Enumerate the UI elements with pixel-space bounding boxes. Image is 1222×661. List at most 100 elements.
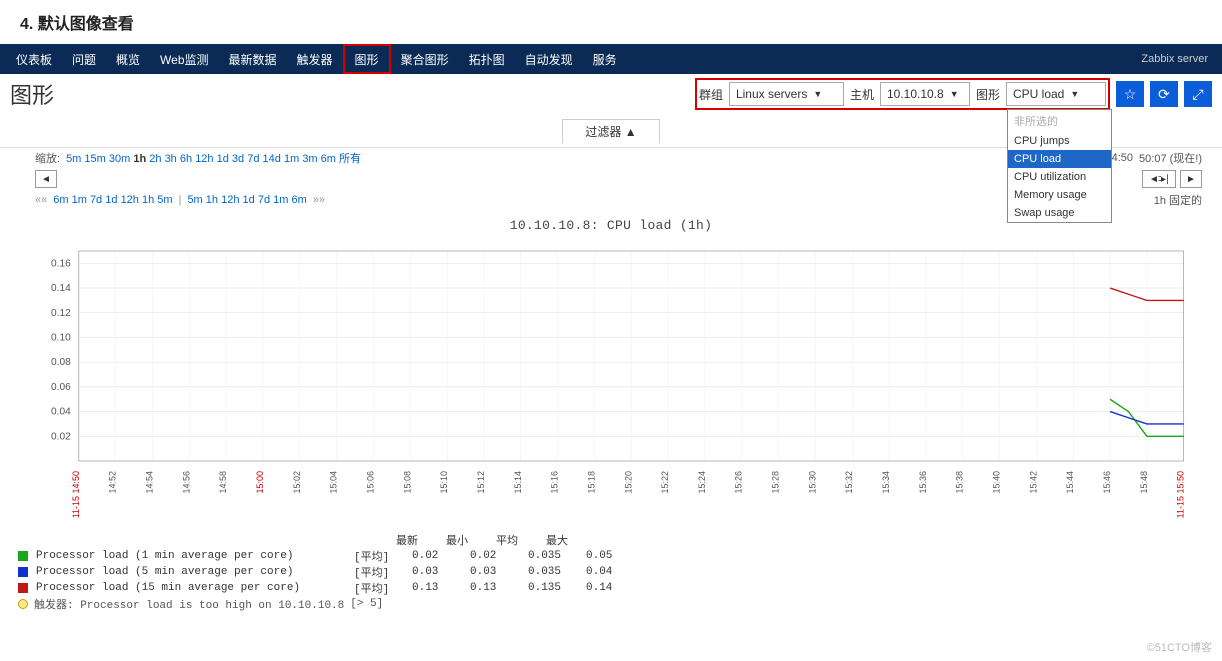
- zoom-option[interactable]: 30m: [109, 153, 130, 165]
- svg-text:14:52: 14:52: [108, 471, 118, 493]
- time-range-right: 50:07 (现在!): [1139, 150, 1202, 166]
- dropdown-item[interactable]: CPU load: [1008, 150, 1111, 168]
- period-option[interactable]: 1h: [142, 194, 154, 206]
- svg-text:15:16: 15:16: [550, 471, 560, 493]
- svg-text:15:14: 15:14: [513, 471, 523, 493]
- period-option[interactable]: 1m: [273, 194, 288, 206]
- svg-text:15:20: 15:20: [623, 471, 633, 493]
- svg-text:0.04: 0.04: [51, 407, 71, 418]
- legend-type: [平均]: [354, 580, 404, 596]
- period-option[interactable]: 1d: [105, 194, 117, 206]
- nav-item-9[interactable]: 自动发现: [515, 44, 583, 74]
- period-option[interactable]: 7d: [90, 194, 102, 206]
- zoom-option[interactable]: 7d: [247, 153, 259, 165]
- legend-header: 最新 最小 平均 最大: [18, 532, 1204, 548]
- zoom-option[interactable]: 1d: [217, 153, 229, 165]
- period-option[interactable]: 6m: [291, 194, 306, 206]
- next-button[interactable]: ►: [1180, 170, 1202, 188]
- period-option[interactable]: 12h: [121, 194, 139, 206]
- nav-item-6[interactable]: 图形: [343, 44, 391, 74]
- legend-min: 0.13: [470, 582, 520, 594]
- legend-type: [平均]: [354, 564, 404, 580]
- dropdown-item[interactable]: CPU jumps: [1008, 132, 1111, 150]
- zoom-option[interactable]: 1m: [284, 153, 299, 165]
- graph-select[interactable]: CPU load ▼ 非所选的CPU jumpsCPU loadCPU util…: [1006, 82, 1106, 106]
- host-select[interactable]: 10.10.10.8 ▼: [880, 82, 970, 106]
- group-select[interactable]: Linux servers ▼: [729, 82, 844, 106]
- filter-tab[interactable]: 过滤器 ▲: [562, 119, 659, 143]
- dropdown-item[interactable]: Memory usage: [1008, 186, 1111, 204]
- nav-item-2[interactable]: 概览: [106, 44, 150, 74]
- legend-series-name: Processor load (15 min average per core): [36, 582, 346, 594]
- nav-item-0[interactable]: 仪表板: [6, 44, 62, 74]
- nav-item-3[interactable]: Web监测: [150, 44, 218, 74]
- zoom-option[interactable]: 1h: [133, 153, 146, 165]
- zoom-option[interactable]: 12h: [195, 153, 213, 165]
- legend-area: 最新 最小 平均 最大 Processor load (1 min averag…: [0, 528, 1222, 616]
- filter-highlight: 群组 Linux servers ▼ 主机 10.10.10.8 ▼ 图形 CP…: [695, 78, 1110, 110]
- period-option[interactable]: 6m: [53, 194, 68, 206]
- svg-text:15:42: 15:42: [1028, 471, 1038, 493]
- svg-text:11-15 15:50: 11-15 15:50: [1176, 471, 1186, 518]
- svg-text:0.06: 0.06: [51, 382, 71, 393]
- zoom-option[interactable]: 5m: [66, 153, 81, 165]
- svg-text:14:54: 14:54: [144, 471, 154, 493]
- legend-h-latest: 最新: [396, 532, 446, 548]
- svg-text:14:58: 14:58: [218, 471, 228, 493]
- dropdown-item[interactable]: Swap usage: [1008, 204, 1111, 222]
- legend-h-avg: 平均: [496, 532, 546, 548]
- svg-text:15:18: 15:18: [586, 471, 596, 493]
- fullscreen-icon: ⤢: [1192, 86, 1203, 103]
- zoom-option[interactable]: 6h: [180, 153, 192, 165]
- period-option[interactable]: 7d: [258, 194, 270, 206]
- svg-text:0.08: 0.08: [51, 357, 71, 368]
- refresh-icon: ⟳: [1158, 86, 1170, 103]
- zoom-option[interactable]: 14d: [263, 153, 281, 165]
- dropdown-item: 非所选的: [1008, 110, 1111, 132]
- nav-item-8[interactable]: 拓扑图: [459, 44, 515, 74]
- dropdown-item[interactable]: CPU utilization: [1008, 168, 1111, 186]
- nav-item-5[interactable]: 触发器: [287, 44, 343, 74]
- period-option[interactable]: 1h: [206, 194, 218, 206]
- svg-text:15:40: 15:40: [992, 471, 1002, 493]
- zoom-option[interactable]: 3d: [232, 153, 244, 165]
- legend-swatch: [18, 583, 28, 593]
- legend-max: 0.04: [586, 566, 636, 578]
- legend-series-name: Processor load (5 min average per core): [36, 566, 346, 578]
- period-option[interactable]: 1m: [72, 194, 87, 206]
- nav-item-1[interactable]: 问题: [62, 44, 106, 74]
- chart-area: 10.10.10.8: CPU load (1h) 0.020.040.060.…: [0, 210, 1222, 528]
- trigger-icon: [18, 599, 28, 609]
- now-button[interactable]: ◄∶∶▸∣: [1142, 170, 1176, 188]
- zoom-option[interactable]: 15m: [84, 153, 105, 165]
- period-option[interactable]: 5m: [157, 194, 172, 206]
- legend-swatch: [18, 567, 28, 577]
- legend-h-min: 最小: [446, 532, 496, 548]
- favorite-button[interactable]: ☆: [1116, 81, 1144, 107]
- svg-text:0.14: 0.14: [51, 283, 71, 294]
- legend-swatch: [18, 551, 28, 561]
- fullscreen-button[interactable]: ⤢: [1184, 81, 1212, 107]
- prev-button[interactable]: ◄: [35, 170, 57, 188]
- zoom-option[interactable]: 6m: [321, 153, 336, 165]
- period-option[interactable]: 1d: [243, 194, 255, 206]
- refresh-button[interactable]: ⟳: [1150, 81, 1178, 107]
- legend-avg: 0.035: [528, 550, 578, 562]
- period-option[interactable]: 5m: [187, 194, 202, 206]
- period-option[interactable]: 12h: [221, 194, 239, 206]
- star-icon: ☆: [1124, 86, 1137, 103]
- nav-item-10[interactable]: 服务: [583, 44, 627, 74]
- nav-item-7[interactable]: 聚合图形: [391, 44, 459, 74]
- svg-text:15:28: 15:28: [771, 471, 781, 493]
- host-label: 主机: [850, 86, 874, 103]
- zoom-option[interactable]: 2h: [149, 153, 161, 165]
- legend-row: Processor load (15 min average per core)…: [18, 580, 1204, 596]
- zoom-option[interactable]: 3h: [165, 153, 177, 165]
- svg-text:15:04: 15:04: [329, 471, 339, 493]
- zoom-option[interactable]: 3m: [302, 153, 317, 165]
- ticks-pre: ««: [35, 194, 47, 206]
- nav-item-4[interactable]: 最新数据: [219, 44, 287, 74]
- zoom-option[interactable]: 所有: [339, 153, 361, 165]
- step-end-icon: ◄∶∶▸∣: [1149, 174, 1169, 185]
- top-nav: 仪表板问题概览Web监测最新数据触发器图形聚合图形拓扑图自动发现服务 Zabbi…: [0, 44, 1222, 74]
